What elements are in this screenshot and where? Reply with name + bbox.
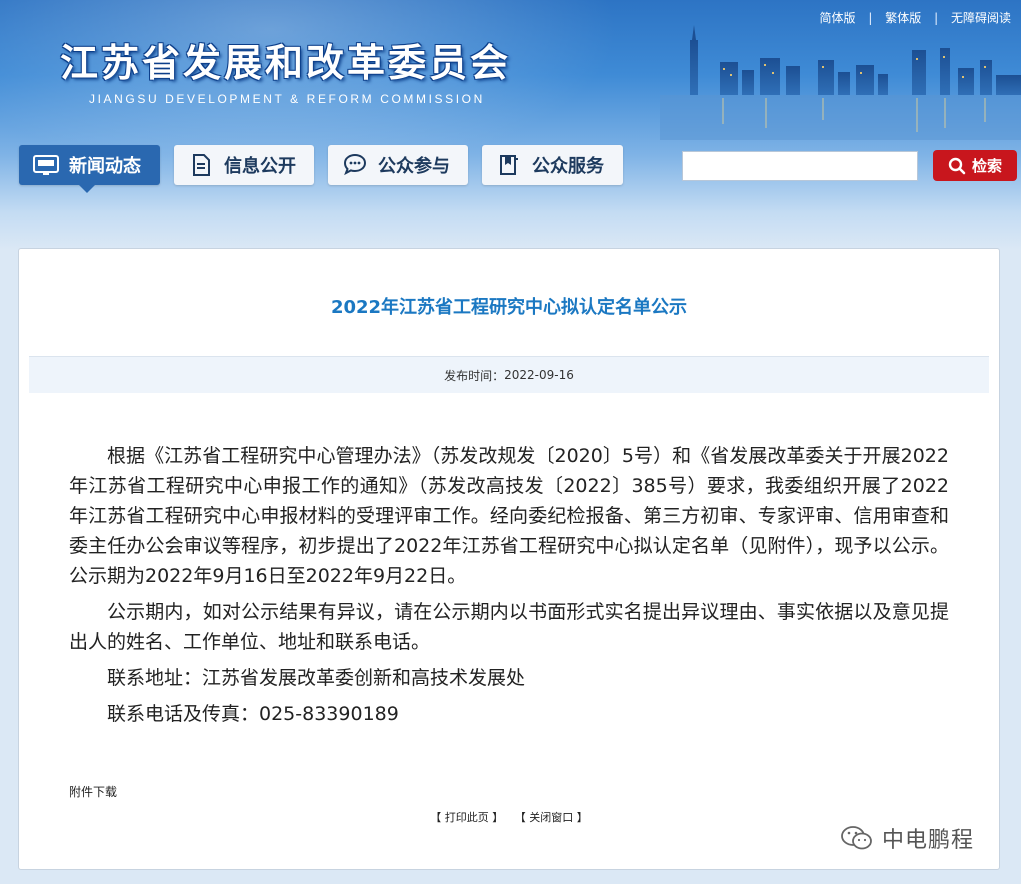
top-links: 简体版 | 繁体版 | 无障碍阅读 xyxy=(820,9,1011,26)
nav-info-label: 信息公开 xyxy=(224,156,296,177)
close-window-link[interactable]: 【 关闭窗口 】 xyxy=(515,811,588,824)
chat-icon xyxy=(342,152,368,178)
watermark: 中电鹏程 xyxy=(840,822,974,854)
article-paragraph: 根据《江苏省工程研究中心管理办法》（苏发改规发〔2020〕5号）和《省发展改革委… xyxy=(69,445,949,587)
article-title: 2022年江苏省工程研究中心拟认定名单公示 xyxy=(330,297,688,318)
nav-participation-label: 公众参与 xyxy=(378,156,450,177)
news-icon xyxy=(33,152,59,178)
article-body: 根据《江苏省工程研究中心管理办法》（苏发改规发〔2020〕5号）和《省发展改革委… xyxy=(69,441,949,735)
nav-public-participation[interactable]: 公众参与 xyxy=(328,145,468,185)
attachment-download-link[interactable]: 附件下载 xyxy=(69,783,117,800)
book-icon xyxy=(496,152,522,178)
nav-news[interactable]: 新闻动态 xyxy=(19,145,160,193)
nav-info-disclosure[interactable]: 信息公开 xyxy=(174,145,314,185)
article-card: 2022年江苏省工程研究中心拟认定名单公示 发布时间： 2022-09-16 根… xyxy=(18,248,1000,870)
nav-public-service[interactable]: 公众服务 xyxy=(482,145,623,185)
article-paragraph: 公示期内，如对公示结果有异议，请在公示期内以书面形式实名提出异议理由、事实依据以… xyxy=(69,601,949,653)
search-input[interactable] xyxy=(682,151,918,181)
divider: | xyxy=(868,11,873,25)
site-title: 江苏省发展和改革委员会 xyxy=(60,40,512,85)
divider: | xyxy=(934,11,939,25)
publish-info-bar: 发布时间： 2022-09-16 xyxy=(29,356,989,393)
publish-date: 2022-09-16 xyxy=(504,368,574,382)
document-icon xyxy=(188,152,214,178)
simplified-chinese-link[interactable]: 简体版 xyxy=(820,11,856,25)
contact-address: 联系地址：江苏省发展改革委创新和高技术发展处 xyxy=(107,667,526,689)
search-button-label: 检索 xyxy=(971,157,1002,175)
header-banner: 简体版 | 繁体版 | 无障碍阅读 江苏省发展和改革委员会 JIANGSU DE… xyxy=(0,0,1021,250)
traditional-chinese-link[interactable]: 繁体版 xyxy=(885,11,921,25)
nav-news-label: 新闻动态 xyxy=(69,156,141,177)
publish-label: 发布时间： xyxy=(444,368,505,383)
search-button[interactable]: 检索 xyxy=(933,150,1017,181)
site-subtitle: JIANGSU DEVELOPMENT & REFORM COMMISSION xyxy=(89,92,485,106)
nav-service-label: 公众服务 xyxy=(532,156,604,177)
contact-phone: 联系电话及传真：025-83390189 xyxy=(107,703,399,725)
accessibility-link[interactable]: 无障碍阅读 xyxy=(951,11,1011,25)
search-icon xyxy=(948,157,966,174)
wechat-icon xyxy=(841,826,872,850)
print-page-link[interactable]: 【 打印此页 】 xyxy=(430,811,503,824)
watermark-text: 中电鹏程 xyxy=(882,828,975,853)
